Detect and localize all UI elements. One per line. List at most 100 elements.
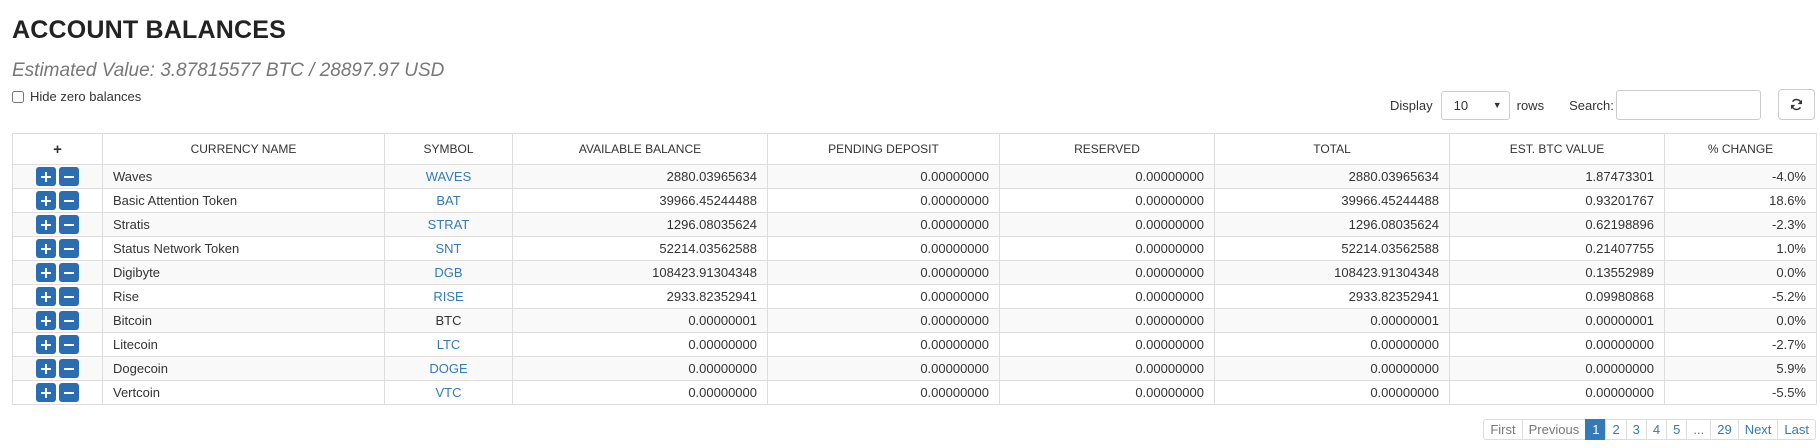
withdraw-button[interactable] bbox=[59, 287, 79, 306]
withdraw-button[interactable] bbox=[59, 167, 79, 186]
page-3-button[interactable]: 3 bbox=[1625, 419, 1647, 440]
withdraw-button[interactable] bbox=[59, 263, 79, 282]
table-row: Stratis STRAT 1296.08035624 0.00000000 0… bbox=[12, 212, 1817, 237]
symbol-link[interactable]: WAVES bbox=[426, 169, 472, 184]
minus-icon bbox=[64, 391, 74, 394]
row-actions bbox=[12, 212, 103, 237]
deposit-button[interactable] bbox=[36, 215, 56, 234]
withdraw-button[interactable] bbox=[59, 311, 79, 330]
symbol-link[interactable]: SNT bbox=[436, 241, 462, 256]
plus-icon bbox=[41, 291, 51, 302]
column-header-pct-change[interactable]: % CHANGE bbox=[1664, 133, 1817, 165]
deposit-button[interactable] bbox=[36, 335, 56, 354]
symbol-link[interactable]: DGB bbox=[434, 265, 462, 280]
pct-change-cell: 5.9% bbox=[1664, 356, 1817, 381]
page-29-button[interactable]: 29 bbox=[1710, 419, 1739, 440]
symbol-link[interactable]: DOGE bbox=[429, 361, 467, 376]
search-input[interactable] bbox=[1615, 90, 1761, 120]
available-balance-cell: 108423.91304348 bbox=[512, 260, 768, 285]
refresh-button[interactable] bbox=[1778, 89, 1815, 120]
account-balances-page: ACCOUNT BALANCES Estimated Value: 3.8781… bbox=[0, 0, 1820, 448]
deposit-button[interactable] bbox=[36, 263, 56, 282]
minus-icon bbox=[64, 295, 74, 298]
row-actions bbox=[12, 164, 103, 189]
symbol-link[interactable]: LTC bbox=[437, 337, 461, 352]
expand-all-header[interactable]: + bbox=[12, 133, 103, 165]
available-balance-cell: 52214.03562588 bbox=[512, 236, 768, 261]
available-balance-cell: 2933.82352941 bbox=[512, 284, 768, 309]
page-first-button[interactable]: First bbox=[1483, 419, 1523, 440]
table-row: Bitcoin BTC 0.00000001 0.00000000 0.0000… bbox=[12, 308, 1817, 333]
pending-deposit-cell: 0.00000000 bbox=[767, 284, 1000, 309]
table-row: Vertcoin VTC 0.00000000 0.00000000 0.000… bbox=[12, 380, 1817, 405]
reserved-cell: 0.00000000 bbox=[999, 380, 1215, 405]
withdraw-button[interactable] bbox=[59, 359, 79, 378]
est-btc-value-cell: 0.00000000 bbox=[1449, 356, 1665, 381]
withdraw-button[interactable] bbox=[59, 335, 79, 354]
page-next-button[interactable]: Next bbox=[1737, 419, 1779, 440]
available-balance-cell: 2880.03965634 bbox=[512, 164, 768, 189]
row-actions bbox=[12, 308, 103, 333]
reserved-cell: 0.00000000 bbox=[999, 284, 1215, 309]
column-header-reserved[interactable]: RESERVED bbox=[999, 133, 1215, 165]
est-btc-value-cell: 0.09980868 bbox=[1449, 284, 1665, 309]
symbol-link[interactable]: STRAT bbox=[428, 217, 470, 232]
page-5-button[interactable]: 5 bbox=[1666, 419, 1688, 440]
withdraw-button[interactable] bbox=[59, 215, 79, 234]
hide-zero-checkbox[interactable] bbox=[12, 90, 24, 103]
symbol-link[interactable]: VTC bbox=[436, 385, 462, 400]
page-previous-button[interactable]: Previous bbox=[1521, 419, 1587, 440]
deposit-button[interactable] bbox=[36, 191, 56, 210]
pending-deposit-cell: 0.00000000 bbox=[767, 356, 1000, 381]
reserved-cell: 0.00000000 bbox=[999, 260, 1215, 285]
column-header-est-btc-value[interactable]: EST. BTC VALUE bbox=[1449, 133, 1665, 165]
deposit-button[interactable] bbox=[36, 287, 56, 306]
symbol-cell: STRAT bbox=[384, 212, 513, 237]
column-header-available-balance[interactable]: AVAILABLE BALANCE bbox=[512, 133, 768, 165]
page-4-button[interactable]: 4 bbox=[1645, 419, 1668, 440]
hide-zero-toggle[interactable]: Hide zero balances bbox=[12, 89, 141, 104]
column-header-pending-deposit[interactable]: PENDING DEPOSIT bbox=[767, 133, 1000, 165]
available-balance-cell: 1296.08035624 bbox=[512, 212, 768, 237]
table-header-row: + CURRENCY NAME SYMBOL AVAILABLE BALANCE… bbox=[12, 133, 1817, 165]
page-1-button[interactable]: 1 bbox=[1585, 419, 1607, 440]
row-actions bbox=[12, 260, 103, 285]
reserved-cell: 0.00000000 bbox=[999, 308, 1215, 333]
deposit-button[interactable] bbox=[36, 359, 56, 378]
column-header-symbol[interactable]: SYMBOL bbox=[384, 133, 513, 165]
deposit-button[interactable] bbox=[36, 167, 56, 186]
column-header-total[interactable]: TOTAL bbox=[1214, 133, 1450, 165]
row-actions bbox=[12, 356, 103, 381]
total-cell: 52214.03562588 bbox=[1214, 236, 1450, 261]
table-row: Status Network Token SNT 52214.03562588 … bbox=[12, 236, 1817, 261]
est-btc-value-cell: 1.87473301 bbox=[1449, 164, 1665, 189]
est-btc-value-cell: 0.21407755 bbox=[1449, 236, 1665, 261]
available-balance-cell: 0.00000001 bbox=[512, 308, 768, 333]
deposit-button[interactable] bbox=[36, 239, 56, 258]
table-row: Basic Attention Token BAT 39966.45244488… bbox=[12, 188, 1817, 213]
pct-change-cell: 1.0% bbox=[1664, 236, 1817, 261]
plus-icon bbox=[41, 339, 51, 350]
est-btc-value-cell: 0.00000001 bbox=[1449, 308, 1665, 333]
deposit-button[interactable] bbox=[36, 383, 56, 402]
withdraw-button[interactable] bbox=[59, 383, 79, 402]
page-2-button[interactable]: 2 bbox=[1605, 419, 1627, 440]
rows-per-page-select[interactable]: 10 ▼ bbox=[1440, 90, 1510, 120]
column-header-currency-name[interactable]: CURRENCY NAME bbox=[102, 133, 385, 165]
withdraw-button[interactable] bbox=[59, 239, 79, 258]
deposit-button[interactable] bbox=[36, 311, 56, 330]
page-last-button[interactable]: Last bbox=[1777, 419, 1816, 440]
minus-icon bbox=[64, 247, 74, 250]
symbol-cell: WAVES bbox=[384, 164, 513, 189]
symbol-link[interactable]: RISE bbox=[433, 289, 463, 304]
balances-table-wrapper: + CURRENCY NAME SYMBOL AVAILABLE BALANCE… bbox=[12, 133, 1817, 405]
withdraw-button[interactable] bbox=[59, 191, 79, 210]
pct-change-cell: 0.0% bbox=[1664, 308, 1817, 333]
pending-deposit-cell: 0.00000000 bbox=[767, 260, 1000, 285]
table-row: Litecoin LTC 0.00000000 0.00000000 0.000… bbox=[12, 332, 1817, 357]
symbol-link[interactable]: BAT bbox=[436, 193, 460, 208]
symbol-cell: BAT bbox=[384, 188, 513, 213]
pct-change-cell: -4.0% bbox=[1664, 164, 1817, 189]
plus-icon bbox=[41, 195, 51, 206]
table-row: Dogecoin DOGE 0.00000000 0.00000000 0.00… bbox=[12, 356, 1817, 381]
